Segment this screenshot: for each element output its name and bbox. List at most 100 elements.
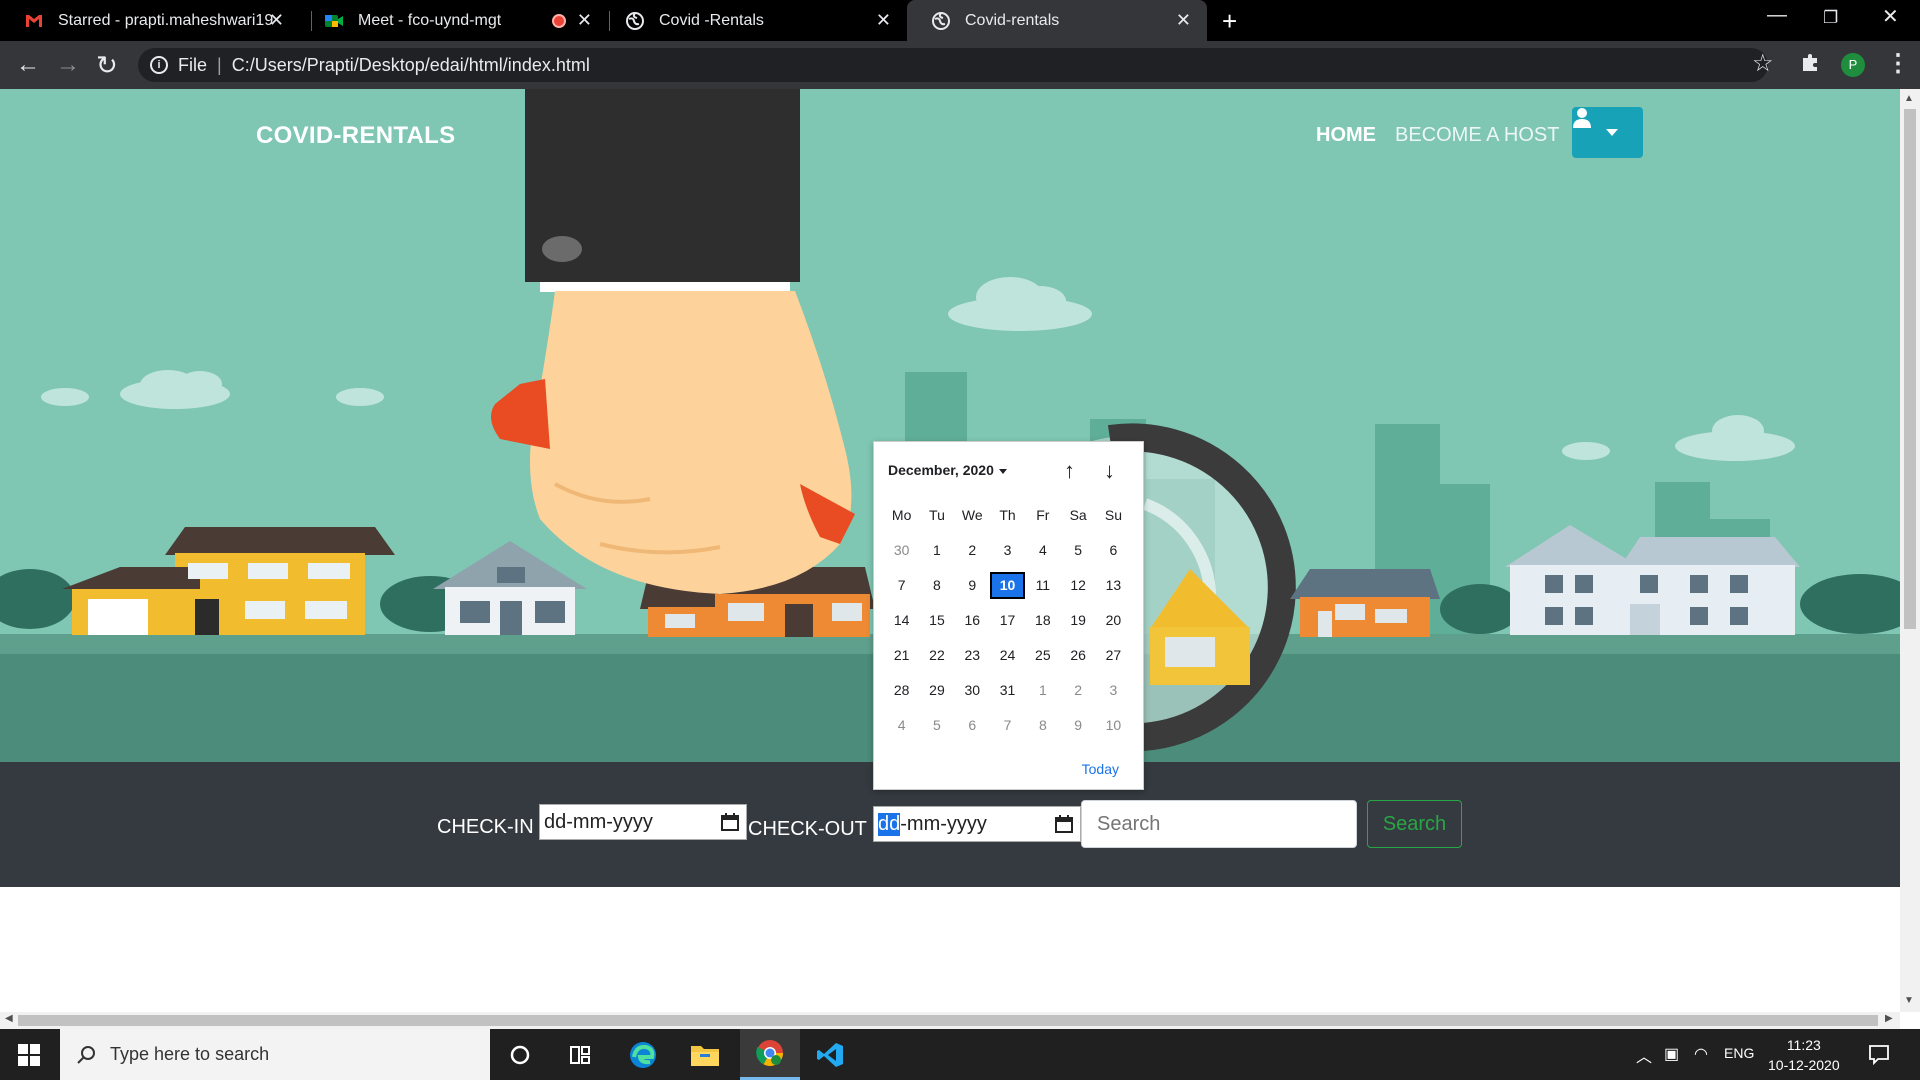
calendar-day[interactable]: 7: [884, 572, 919, 599]
arrow-down-icon[interactable]: ↓: [1104, 458, 1115, 484]
calendar-day[interactable]: 18: [1025, 607, 1060, 634]
calendar-day[interactable]: 15: [919, 607, 954, 634]
back-arrow-icon[interactable]: ←: [16, 51, 40, 79]
user-menu-button[interactable]: [1572, 107, 1643, 158]
extensions-puzzle-icon[interactable]: [1800, 51, 1822, 73]
calendar-day[interactable]: 2: [955, 537, 990, 564]
tab-gmail[interactable]: Starred - prapti.maheshwari19@ ✕: [0, 0, 300, 41]
calendar-day[interactable]: 5: [1060, 537, 1095, 564]
calendar-day[interactable]: 23: [955, 642, 990, 669]
calendar-day[interactable]: 14: [884, 607, 919, 634]
file-explorer-icon[interactable]: [675, 1029, 735, 1080]
meet-now-icon[interactable]: ▣: [1664, 1044, 1679, 1064]
calendar-day[interactable]: 11: [1025, 572, 1060, 599]
system-clock[interactable]: 11:23 10-12-2020: [1768, 1035, 1840, 1075]
minimize-icon[interactable]: —: [1767, 4, 1787, 27]
calendar-day[interactable]: 28: [884, 677, 919, 704]
calendar-icon[interactable]: [1054, 814, 1074, 834]
close-icon[interactable]: ✕: [577, 10, 592, 31]
calendar-day[interactable]: 30: [884, 537, 919, 564]
calendar-day[interactable]: 22: [919, 642, 954, 669]
close-icon[interactable]: ✕: [876, 10, 891, 31]
calendar-day[interactable]: 2: [1060, 677, 1095, 704]
calendar-day[interactable]: 9: [955, 572, 990, 599]
calendar-day[interactable]: 10: [1096, 712, 1131, 739]
calendar-day[interactable]: 8: [919, 572, 954, 599]
scroll-right-icon[interactable]: ▶: [1885, 1013, 1893, 1024]
edge-browser-icon[interactable]: [613, 1029, 673, 1080]
nav-home-link[interactable]: HOME: [1316, 124, 1376, 147]
arrow-up-icon[interactable]: ↑: [1064, 458, 1075, 484]
calendar-icon[interactable]: [720, 812, 740, 832]
info-icon[interactable]: i: [150, 56, 168, 74]
calendar-day[interactable]: 31: [990, 677, 1025, 704]
checkout-date-input[interactable]: dd -mm-yyyy: [873, 806, 1081, 842]
chevron-up-icon[interactable]: ︿: [1636, 1043, 1652, 1067]
vertical-scrollbar[interactable]: ▲ ▼: [1900, 89, 1920, 1012]
cortana-icon[interactable]: [490, 1029, 550, 1080]
calendar-day[interactable]: 3: [990, 537, 1025, 564]
calendar-day[interactable]: 24: [990, 642, 1025, 669]
forward-arrow-icon[interactable]: →: [56, 51, 80, 79]
calendar-day[interactable]: 26: [1060, 642, 1095, 669]
calendar-day[interactable]: 16: [955, 607, 990, 634]
calendar-day[interactable]: 1: [1025, 677, 1060, 704]
windows-start-icon[interactable]: [18, 1044, 40, 1066]
calendar-day[interactable]: 5: [919, 712, 954, 739]
calendar-day[interactable]: 21: [884, 642, 919, 669]
chrome-icon[interactable]: [740, 1029, 800, 1080]
reload-icon[interactable]: ↻: [96, 51, 118, 79]
address-bar[interactable]: i File | C:/Users/Prapti/Desktop/edai/ht…: [138, 48, 1768, 82]
tab-meet[interactable]: Meet - fco-uynd-mgt ✕: [300, 0, 608, 41]
url-text[interactable]: C:/Users/Prapti/Desktop/edai/html/index.…: [232, 55, 590, 76]
new-tab-plus-icon[interactable]: +: [1222, 6, 1237, 37]
tab-covid-rentals-active[interactable]: Covid-rentals ✕: [907, 0, 1207, 41]
calendar-day[interactable]: 30: [955, 677, 990, 704]
calendar-day[interactable]: 6: [1096, 537, 1131, 564]
close-icon[interactable]: ✕: [269, 10, 284, 31]
month-year-select[interactable]: December, 2020: [888, 462, 1007, 478]
calendar-day[interactable]: 25: [1025, 642, 1060, 669]
task-view-icon[interactable]: [550, 1029, 610, 1080]
checkin-date-input[interactable]: dd-mm-yyyy: [539, 804, 747, 840]
restore-icon[interactable]: ❐: [1823, 8, 1838, 28]
bookmark-star-icon[interactable]: ☆: [1752, 49, 1774, 78]
checkout-day-segment[interactable]: dd: [878, 812, 901, 836]
calendar-day-selected[interactable]: 10: [989, 572, 1026, 599]
calendar-day[interactable]: 9: [1060, 712, 1095, 739]
calendar-day[interactable]: 4: [1025, 537, 1060, 564]
calendar-day[interactable]: 20: [1096, 607, 1131, 634]
window-close-icon[interactable]: ✕: [1882, 4, 1899, 29]
close-icon[interactable]: ✕: [1176, 10, 1191, 31]
scroll-up-icon[interactable]: ▲: [1904, 93, 1914, 104]
horizontal-scrollbar[interactable]: ◀ ▶: [0, 1012, 1900, 1029]
calendar-day[interactable]: 3: [1096, 677, 1131, 704]
wifi-icon[interactable]: ◠: [1694, 1044, 1708, 1064]
calendar-day[interactable]: 4: [884, 712, 919, 739]
search-button[interactable]: Search: [1367, 800, 1462, 848]
calendar-day[interactable]: 12: [1060, 572, 1095, 599]
tab-covid-rentals[interactable]: Covid -Rentals ✕: [601, 0, 907, 41]
calendar-day[interactable]: 8: [1025, 712, 1060, 739]
vscode-icon[interactable]: [800, 1029, 860, 1080]
calendar-day[interactable]: 29: [919, 677, 954, 704]
scrollbar-thumb[interactable]: [1904, 109, 1916, 629]
calendar-day[interactable]: 1: [919, 537, 954, 564]
language-indicator[interactable]: ENG: [1724, 1045, 1754, 1061]
brand-logo[interactable]: COVID-RENTALS: [256, 122, 455, 150]
scroll-left-icon[interactable]: ◀: [5, 1013, 13, 1024]
more-menu-icon[interactable]: ⋮: [1886, 49, 1910, 78]
taskbar-search-box[interactable]: Type here to search: [60, 1029, 490, 1080]
profile-avatar[interactable]: P: [1841, 53, 1865, 77]
calendar-day[interactable]: 19: [1060, 607, 1095, 634]
calendar-day[interactable]: 27: [1096, 642, 1131, 669]
calendar-day[interactable]: 13: [1096, 572, 1131, 599]
search-input[interactable]: [1081, 800, 1357, 848]
calendar-day[interactable]: 6: [955, 712, 990, 739]
scroll-down-icon[interactable]: ▼: [1904, 995, 1914, 1006]
calendar-day[interactable]: 7: [990, 712, 1025, 739]
notification-center-icon[interactable]: [1868, 1043, 1890, 1065]
calendar-day[interactable]: 17: [990, 607, 1025, 634]
nav-become-host-link[interactable]: BECOME A HOST: [1395, 124, 1559, 147]
scrollbar-thumb[interactable]: [18, 1015, 1878, 1026]
